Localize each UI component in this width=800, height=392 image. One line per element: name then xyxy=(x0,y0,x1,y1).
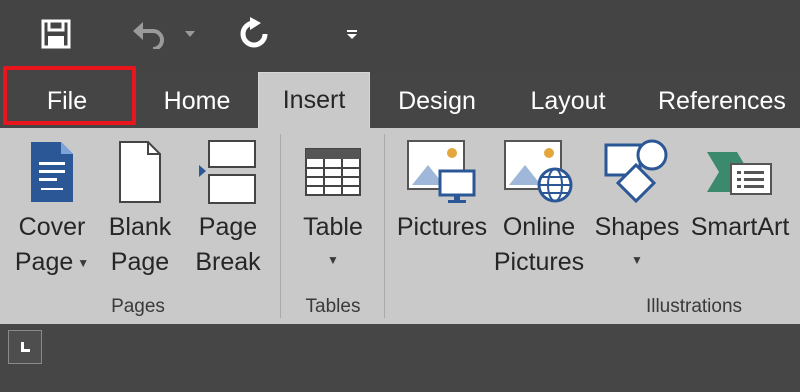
tab-home[interactable]: Home xyxy=(138,74,256,128)
customize-toolbar-button[interactable] xyxy=(340,14,364,54)
chevron-down-icon xyxy=(185,31,195,37)
online-pictures-label-2: Pictures xyxy=(493,248,585,276)
tab-stop-icon xyxy=(21,342,30,352)
online-pictures-icon xyxy=(504,140,573,203)
redo-button[interactable] xyxy=(234,14,274,54)
chevron-down-icon: ▼ xyxy=(77,255,90,270)
page-break-icon xyxy=(199,140,256,204)
shapes-icon xyxy=(604,139,668,204)
quick-access-toolbar xyxy=(0,0,800,72)
chevron-down-icon: ▼ xyxy=(631,253,643,267)
undo-button[interactable] xyxy=(132,14,168,54)
tables-group-label: Tables xyxy=(305,296,361,317)
illustrations-group-label: Illustrations xyxy=(645,296,743,317)
group-separator xyxy=(280,134,281,318)
customize-qat-icon xyxy=(347,30,357,39)
cover-page-button[interactable]: Cover Page ▼ xyxy=(8,134,96,284)
page-break-label-1: Page xyxy=(198,213,258,241)
undo-icon xyxy=(133,22,164,49)
cover-page-label-1: Cover xyxy=(18,213,86,241)
pictures-icon xyxy=(407,140,476,203)
blank-page-label-2: Page xyxy=(110,248,170,276)
pictures-label: Pictures xyxy=(396,213,488,241)
group-separator xyxy=(384,134,385,318)
shapes-button[interactable]: Shapes ▼ xyxy=(590,134,684,284)
table-label: Table xyxy=(303,213,363,241)
online-pictures-label-1: Online xyxy=(502,213,576,241)
blank-page-label-1: Blank xyxy=(108,213,172,241)
page-break-label-2: Break xyxy=(195,248,261,276)
chevron-down-icon: ▼ xyxy=(327,253,339,267)
save-button[interactable] xyxy=(36,14,76,54)
cover-page-icon xyxy=(31,142,73,202)
document-area xyxy=(0,324,800,392)
smartart-label: SmartArt xyxy=(690,213,790,241)
online-pictures-button[interactable]: Online Pictures xyxy=(494,134,584,284)
tab-layout[interactable]: Layout xyxy=(506,74,630,128)
smartart-button[interactable]: SmartArt xyxy=(686,134,794,284)
tab-insert[interactable]: Insert xyxy=(258,72,370,128)
undo-dropdown-button[interactable] xyxy=(180,14,200,54)
table-button[interactable]: Table ▼ xyxy=(292,134,374,284)
group-pages: Cover Page ▼ Blank Page Page Break Pages xyxy=(0,128,276,324)
blank-page-icon xyxy=(119,141,161,203)
cover-page-label-2: Page xyxy=(14,248,74,276)
group-tables: Table ▼ Tables xyxy=(284,128,382,324)
group-illustrations: Pictures Online Pictures Shapes ▼ SmartA… xyxy=(388,128,800,324)
pictures-button[interactable]: Pictures xyxy=(392,134,492,284)
page-break-button[interactable]: Page Break xyxy=(188,134,268,284)
table-icon xyxy=(305,148,361,196)
tab-selector-button[interactable] xyxy=(8,330,42,364)
redo-icon xyxy=(240,17,268,48)
smartart-icon xyxy=(707,152,772,195)
blank-page-button[interactable]: Blank Page xyxy=(102,134,178,284)
tab-design[interactable]: Design xyxy=(376,74,498,128)
file-tab-highlight xyxy=(3,66,136,125)
pages-group-label: Pages xyxy=(111,296,165,317)
save-icon xyxy=(41,19,71,49)
insert-ribbon: Cover Page ▼ Blank Page Page Break Pages… xyxy=(0,128,800,324)
shapes-label: Shapes xyxy=(594,213,680,241)
tab-references[interactable]: References xyxy=(640,74,800,128)
